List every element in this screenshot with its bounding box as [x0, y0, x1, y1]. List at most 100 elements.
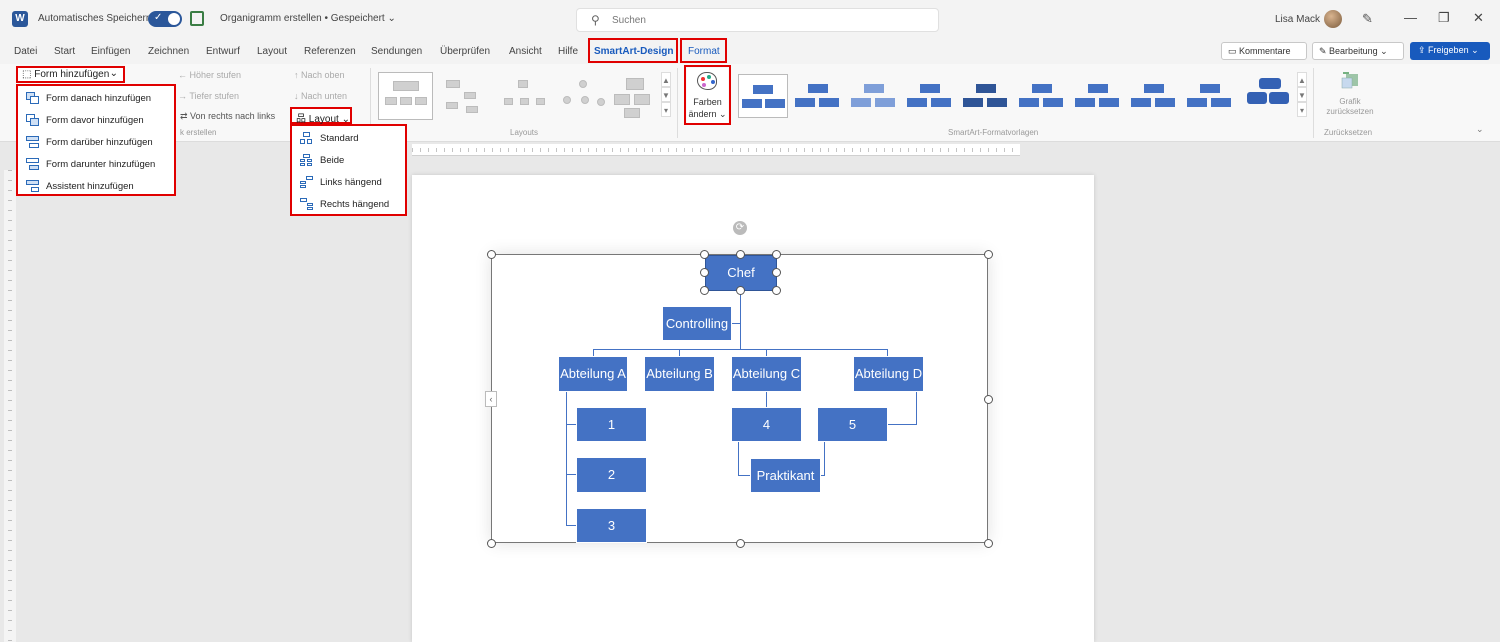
add-assistant-icon	[26, 180, 39, 192]
menu-item-rechts-haengend[interactable]: Rechts hängend	[300, 194, 389, 214]
editing-button[interactable]: ✎ Bearbeitung ⌄	[1312, 42, 1404, 60]
tab-start[interactable]: Start	[54, 46, 75, 57]
style-thumbnail-10[interactable]	[1245, 76, 1291, 108]
resize-handle[interactable]	[772, 250, 781, 259]
org-node-praktikant[interactable]: Praktikant	[750, 458, 821, 493]
resize-handle[interactable]	[984, 539, 993, 548]
style-thumbnail-8[interactable]	[1131, 80, 1177, 112]
expand-gallery-icon[interactable]: ▾	[661, 102, 671, 117]
resize-handle[interactable]	[736, 250, 745, 259]
comment-icon: ▭	[1228, 46, 1240, 56]
org-node-abteilung-c[interactable]: Abteilung C	[731, 356, 802, 392]
style-thumbnail-1[interactable]	[738, 74, 788, 118]
move-down-button[interactable]: ↓ Nach unten	[294, 91, 347, 101]
resize-handle[interactable]	[487, 250, 496, 259]
org-node-abteilung-a[interactable]: Abteilung A	[558, 356, 628, 392]
tab-zeichnen[interactable]: Zeichnen	[148, 46, 189, 57]
tab-datei[interactable]: Datei	[14, 46, 37, 57]
layouts-scroll[interactable]: ▲ ▼ ▾	[661, 72, 671, 118]
styles-scroll[interactable]: ▲ ▼ ▾	[1297, 72, 1307, 118]
resize-handle[interactable]	[736, 539, 745, 548]
reset-graphic-button[interactable]: Grafik zurücksetzen	[1322, 97, 1378, 117]
avatar[interactable]	[1324, 10, 1342, 28]
menu-item-add-below[interactable]: Form darunter hinzufügen	[26, 154, 155, 174]
org-node-5[interactable]: 5	[817, 407, 888, 442]
org-node-abteilung-d[interactable]: Abteilung D	[853, 356, 924, 392]
layout-thumbnail-2[interactable]	[438, 72, 493, 120]
connector	[888, 424, 917, 425]
tab-entwurf[interactable]: Entwurf	[206, 46, 240, 57]
add-above-icon	[26, 136, 39, 148]
style-thumbnail-3[interactable]	[851, 80, 897, 112]
arrow-right-icon: →	[178, 91, 190, 101]
rotate-icon[interactable]: ⟳	[733, 221, 747, 235]
menu-item-links-haengend[interactable]: Links hängend	[300, 172, 382, 192]
autosave-toggle[interactable]: ✓	[148, 11, 182, 27]
menu-item-beide[interactable]: Beide	[300, 150, 344, 170]
org-node-3[interactable]: 3	[576, 508, 647, 543]
chevron-down-icon[interactable]: ▼	[661, 87, 671, 102]
style-thumbnail-7[interactable]	[1075, 80, 1121, 112]
menu-item-add-before[interactable]: Form davor hinzufügen	[26, 110, 144, 130]
move-up-button[interactable]: ↑ Nach oben	[294, 70, 345, 80]
resize-handle[interactable]	[984, 250, 993, 259]
style-thumbnail-2[interactable]	[795, 80, 841, 112]
resize-handle[interactable]	[487, 539, 496, 548]
style-thumbnail-4[interactable]	[907, 80, 953, 112]
resize-handle[interactable]	[700, 250, 709, 259]
layout-button[interactable]: 品 Layout ⌄	[290, 107, 352, 125]
comments-button[interactable]: ▭ Kommentare	[1221, 42, 1307, 60]
chevron-up-icon[interactable]: ▲	[1297, 72, 1307, 87]
resize-handle[interactable]	[772, 268, 781, 277]
style-thumbnail-5[interactable]	[963, 80, 1009, 112]
menu-item-add-above[interactable]: Form darüber hinzufügen	[26, 132, 153, 152]
demote-button[interactable]: → Tiefer stufen	[178, 91, 239, 101]
search-input[interactable]: ⚲ Suchen	[576, 8, 939, 32]
tab-referenzen[interactable]: Referenzen	[304, 46, 356, 57]
layout-thumbnail-1[interactable]	[378, 72, 433, 120]
save-icon[interactable]	[190, 11, 204, 26]
tab-ueberpruefen[interactable]: Überprüfen	[440, 46, 490, 57]
style-thumbnail-9[interactable]	[1187, 80, 1233, 112]
style-thumbnail-6[interactable]	[1019, 80, 1065, 112]
add-shape-button[interactable]: ⬚ Form hinzufügen ⌄	[16, 66, 125, 83]
expand-gallery-icon[interactable]: ▾	[1297, 102, 1307, 117]
org-node-1[interactable]: 1	[576, 407, 647, 442]
org-node-2[interactable]: 2	[576, 457, 647, 493]
chevron-down-icon[interactable]: ▼	[1297, 87, 1307, 102]
promote-button[interactable]: ← Höher stufen	[178, 70, 241, 80]
tab-einfuegen[interactable]: Einfügen	[91, 46, 130, 57]
layout-thumbnail-3[interactable]	[498, 72, 553, 120]
user-name[interactable]: Lisa Mack	[1275, 14, 1320, 25]
right-to-left-button[interactable]: ⇄ Von rechts nach links	[180, 111, 275, 122]
minimize-icon[interactable]: —	[1404, 10, 1417, 25]
org-node-4[interactable]: 4	[731, 407, 802, 442]
pen-icon[interactable]: ✎	[1362, 11, 1373, 27]
resize-handle[interactable]	[772, 286, 781, 295]
resize-handle[interactable]	[700, 268, 709, 277]
layout-thumbnail-5[interactable]	[610, 72, 665, 120]
document-title[interactable]: Organigramm erstellen • Gespeichert ⌄	[220, 13, 396, 24]
org-node-abteilung-b[interactable]: Abteilung B	[644, 356, 715, 392]
restore-icon[interactable]: ❐	[1438, 10, 1450, 26]
chevron-up-icon[interactable]: ▲	[661, 72, 671, 87]
layout-thumbnail-4[interactable]	[555, 72, 610, 120]
share-button[interactable]: ⇪ Freigeben ⌄	[1410, 42, 1490, 60]
org-node-controlling[interactable]: Controlling	[662, 306, 732, 341]
tab-sendungen[interactable]: Sendungen	[371, 46, 422, 57]
connector	[738, 442, 739, 475]
resize-handle[interactable]	[736, 286, 745, 295]
tab-layout[interactable]: Layout	[257, 46, 287, 57]
collapse-ribbon-icon[interactable]: ⌄	[1476, 124, 1484, 135]
menu-item-add-after[interactable]: Form danach hinzufügen	[26, 88, 151, 108]
menu-item-add-assistant[interactable]: Assistent hinzufügen	[26, 176, 134, 196]
menu-item-standard[interactable]: Standard	[300, 128, 359, 148]
close-icon[interactable]: ✕	[1473, 10, 1484, 26]
tab-ansicht[interactable]: Ansicht	[509, 46, 542, 57]
chevron-left-icon[interactable]: ‹	[485, 391, 497, 407]
ruler-ticks	[412, 148, 1020, 152]
reset-graphic-icon[interactable]	[1340, 70, 1362, 90]
resize-handle[interactable]	[984, 395, 993, 404]
tab-hilfe[interactable]: Hilfe	[558, 46, 578, 57]
resize-handle[interactable]	[700, 286, 709, 295]
